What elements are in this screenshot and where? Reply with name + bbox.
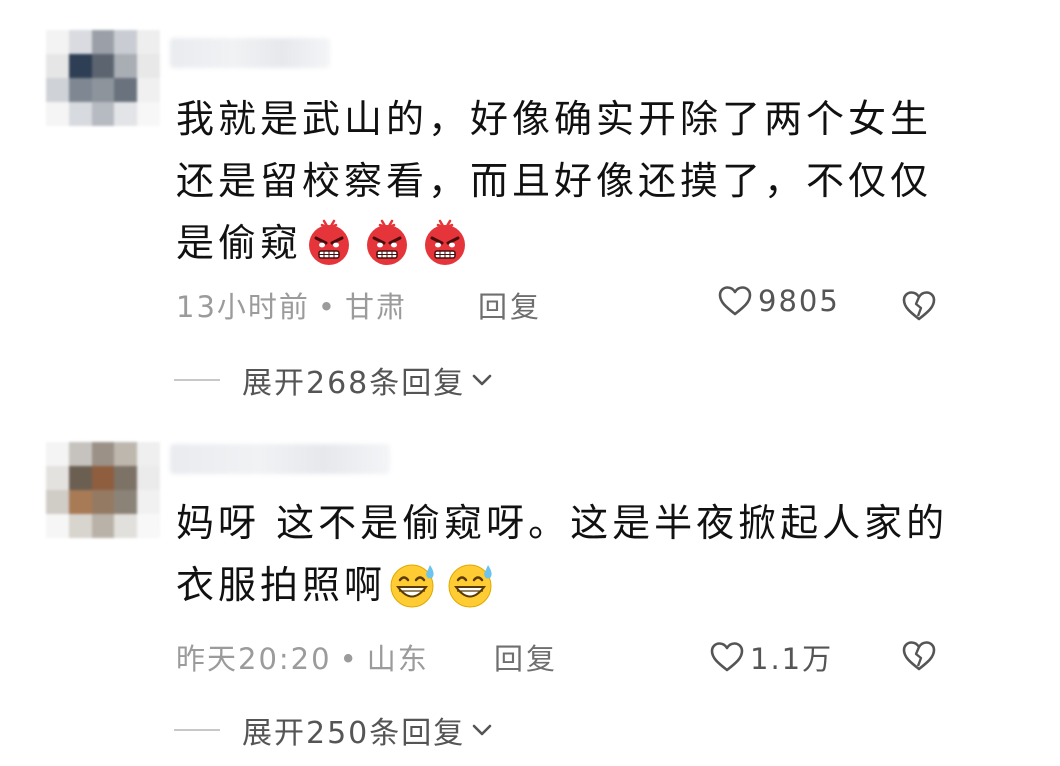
comment-line-text: 衣服拍照啊 (176, 563, 387, 607)
expand-replies[interactable]: 展开268条回复 (174, 358, 493, 402)
avatar[interactable] (46, 30, 160, 126)
avatar-pixel (91, 490, 115, 514)
avatar-pixel (68, 30, 92, 54)
angry-face-emoji (418, 218, 472, 266)
username-blurred[interactable] (170, 38, 330, 68)
divider-line (174, 729, 220, 731)
angry-face-emoji (360, 218, 414, 266)
reply-button[interactable]: 回复 (494, 636, 558, 678)
chevron-down-icon (472, 374, 492, 386)
avatar[interactable] (46, 442, 160, 538)
comment-item: 我就是武山的，好像确实开除了两个女生 还是留校察看，而且好像还摸了，不仅仅 是偷… (0, 0, 1060, 418)
avatar-pixel (91, 442, 115, 466)
avatar-pixel (68, 54, 92, 78)
comment-meta: 13小时前 • 甘肃 (176, 284, 407, 326)
like-count: 1.1万 (750, 642, 834, 676)
separator-dot: • (339, 642, 359, 676)
avatar-pixel (137, 54, 160, 78)
avatar-pixel (46, 78, 69, 102)
grinning-sweat-emoji (386, 560, 440, 608)
comment-line-text: 是偷窥 (176, 221, 303, 265)
avatar-pixel (137, 30, 160, 54)
avatar-pixel (68, 514, 92, 538)
avatar-pixel (46, 102, 69, 126)
avatar-pixel (91, 78, 115, 102)
avatar-pixel (137, 102, 160, 126)
like-button[interactable]: 9805 (718, 284, 840, 318)
avatar-pixel (46, 466, 69, 490)
avatar-pixel (91, 30, 115, 54)
avatar-pixel (137, 466, 160, 490)
avatar-pixel (114, 54, 138, 78)
comment-text: 妈呀 这不是偷窥呀。这是半夜掀起人家的 衣服拍照啊 (176, 492, 948, 616)
avatar-pixel (46, 30, 69, 54)
comment-location: 甘肃 (345, 290, 408, 324)
heart-icon (710, 642, 744, 672)
avatar-pixel (114, 514, 138, 538)
avatar-pixel (114, 490, 138, 514)
avatar-pixel (68, 466, 92, 490)
avatar-pixel (114, 102, 138, 126)
grinning-sweat-emoji (444, 560, 498, 608)
comment-line: 是偷窥 (176, 212, 932, 274)
like-count: 9805 (758, 284, 840, 318)
broken-heart-icon[interactable] (902, 640, 936, 672)
comment-line: 还是留校察看，而且好像还摸了，不仅仅 (176, 159, 933, 203)
comment-time: 13小时前 (176, 290, 310, 324)
avatar-pixel (91, 102, 115, 126)
divider-line (174, 379, 220, 381)
expand-replies-label: 展开268条回复 (242, 366, 466, 401)
chevron-down-icon (472, 724, 492, 736)
username-blurred[interactable] (170, 444, 390, 474)
avatar-pixel (46, 514, 69, 538)
comment-line: 我就是武山的，好像确实开除了两个女生 (176, 97, 933, 141)
avatar-pixel (114, 78, 138, 102)
avatar-pixel (91, 466, 115, 490)
expand-replies[interactable]: 展开250条回复 (174, 708, 493, 752)
angry-face-emoji (302, 218, 356, 266)
avatar-pixel (46, 442, 69, 466)
reply-button[interactable]: 回复 (478, 284, 542, 326)
avatar-pixel (68, 490, 92, 514)
separator-dot: • (317, 290, 338, 324)
heart-icon (718, 286, 752, 316)
avatar-pixel (46, 54, 69, 78)
comment-meta: 昨天20:20 • 山东 (176, 636, 429, 678)
comment-item: 妈呀 这不是偷窥呀。这是半夜掀起人家的 衣服拍照啊 昨天20:20 • 山东 回复 … (0, 432, 1060, 766)
avatar-pixel (46, 490, 69, 514)
avatar-pixel (114, 442, 138, 466)
avatar-pixel (114, 30, 138, 54)
comment-text: 我就是武山的，好像确实开除了两个女生 还是留校察看，而且好像还摸了，不仅仅 是偷… (176, 88, 932, 274)
like-button[interactable]: 1.1万 (710, 636, 833, 678)
avatar-pixel (91, 514, 115, 538)
comment-line: 衣服拍照啊 (176, 554, 948, 616)
avatar-pixel (68, 102, 92, 126)
avatar-pixel (137, 490, 160, 514)
avatar-pixel (68, 78, 92, 102)
avatar-pixel (91, 54, 115, 78)
avatar-pixel (68, 442, 92, 466)
avatar-pixel (137, 514, 160, 538)
comment-line: 妈呀 这不是偷窥呀。这是半夜掀起人家的 (176, 501, 949, 545)
comment-location: 山东 (366, 642, 429, 676)
expand-replies-label: 展开250条回复 (242, 716, 466, 751)
broken-heart-icon[interactable] (902, 290, 936, 322)
comment-time: 昨天20:20 (176, 642, 332, 676)
avatar-pixel (137, 442, 160, 466)
avatar-pixel (137, 78, 160, 102)
avatar-pixel (114, 466, 138, 490)
